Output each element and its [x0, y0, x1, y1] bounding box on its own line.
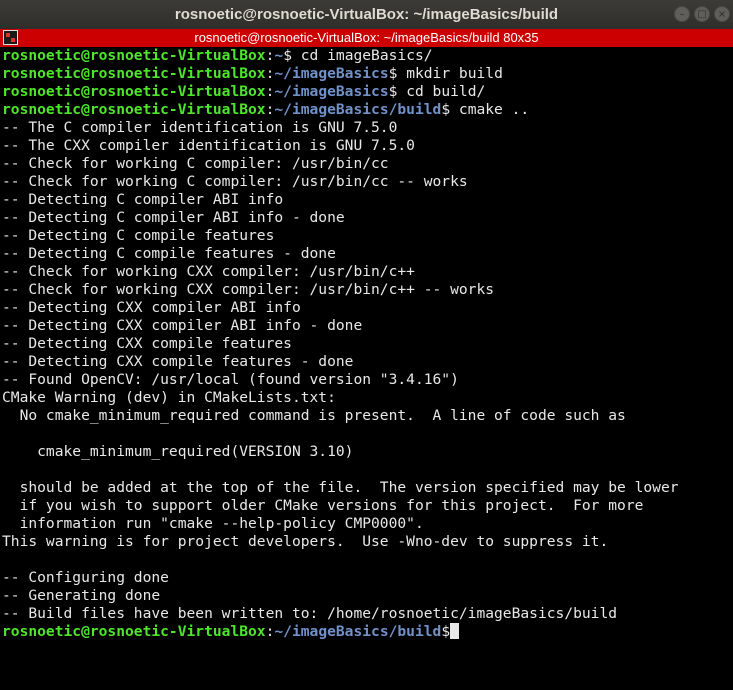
output-line: -- The C compiler identification is GNU … — [2, 119, 398, 136]
terminal-tab-title: rosnoetic@rosnoetic-VirtualBox: ~/imageB… — [194, 30, 539, 45]
output-line: This warning is for project developers. … — [2, 533, 609, 550]
output-line: should be added at the top of the file. … — [2, 479, 679, 496]
output-line: -- Configuring done — [2, 569, 169, 586]
output-line: -- Detecting CXX compiler ABI info - don… — [2, 317, 363, 334]
output-line: -- Build files have been written to: /ho… — [2, 605, 618, 622]
command-text: cmake .. — [458, 101, 530, 118]
prompt-line: rosnoetic@rosnoetic-VirtualBox:~/imageBa… — [2, 65, 733, 83]
prompt-path: ~/imageBasics — [274, 83, 389, 100]
prompt-path: ~ — [274, 47, 284, 64]
output-line: -- Detecting CXX compile features — [2, 335, 292, 352]
output-line: if you wish to support older CMake versi… — [2, 497, 644, 514]
output-line: -- Check for working C compiler: /usr/bi… — [2, 173, 468, 190]
prompt-user: rosnoetic@rosnoetic-VirtualBox — [2, 47, 266, 64]
prompt-line: rosnoetic@rosnoetic-VirtualBox:~/imageBa… — [2, 623, 733, 641]
prompt-line: rosnoetic@rosnoetic-VirtualBox:~/imageBa… — [2, 101, 733, 119]
window-title: rosnoetic@rosnoetic-VirtualBox: ~/imageB… — [174, 6, 559, 23]
output-line: -- Detecting C compiler ABI info - done — [2, 209, 345, 226]
prompt-user: rosnoetic@rosnoetic-VirtualBox — [2, 101, 266, 118]
prompt-symbol: $ — [441, 101, 459, 118]
prompt-user: rosnoetic@rosnoetic-VirtualBox — [2, 65, 266, 82]
prompt-user: rosnoetic@rosnoetic-VirtualBox — [2, 623, 266, 640]
prompt-symbol: $ — [388, 65, 407, 82]
maximize-button[interactable]: □ — [694, 6, 710, 22]
output-line: information run "cmake --help-policy CMP… — [2, 515, 424, 532]
command-text: cd build/ — [406, 83, 486, 100]
output-line: CMake Warning (dev) in CMakeLists.txt: — [2, 389, 336, 406]
prompt-user: rosnoetic@rosnoetic-VirtualBox — [2, 83, 266, 100]
prompt-symbol: $ — [388, 83, 407, 100]
terminal-output[interactable]: rosnoetic@rosnoetic-VirtualBox:~$ cd ima… — [2, 47, 733, 690]
prompt-symbol: $ — [283, 47, 301, 64]
prompt-line: rosnoetic@rosnoetic-VirtualBox:~/imageBa… — [2, 83, 733, 101]
output-line: -- Detecting C compiler ABI info — [2, 191, 284, 208]
prompt-path: ~/imageBasics/build — [274, 101, 442, 118]
title-bar[interactable]: rosnoetic@rosnoetic-VirtualBox: ~/imageB… — [0, 0, 733, 30]
command-text: cd imageBasics/ — [300, 47, 433, 64]
output-line: -- Check for working CXX compiler: /usr/… — [2, 281, 495, 298]
prompt-path: ~/imageBasics — [274, 65, 389, 82]
prompt-symbol: $ — [441, 623, 451, 640]
close-button[interactable]: × — [714, 6, 730, 22]
minimize-button[interactable]: – — [674, 6, 690, 22]
prompt-line: rosnoetic@rosnoetic-VirtualBox:~$ cd ima… — [2, 47, 733, 65]
output-line: -- Check for working C compiler: /usr/bi… — [2, 155, 389, 172]
output-line: -- Detecting C compile features - done — [2, 245, 336, 262]
terminal-tab-bar[interactable]: rosnoetic@rosnoetic-VirtualBox: ~/imageB… — [0, 29, 733, 47]
prompt-path: ~/imageBasics/build — [274, 623, 442, 640]
command-text: mkdir build — [406, 65, 503, 82]
output-line: -- Check for working CXX compiler: /usr/… — [2, 263, 415, 280]
output-line: -- Found OpenCV: /usr/local (found versi… — [2, 371, 459, 388]
output-line: -- Detecting C compile features — [2, 227, 275, 244]
output-line: -- Generating done — [2, 587, 161, 604]
output-line: -- Detecting CXX compiler ABI info — [2, 299, 301, 316]
output-line: cmake_minimum_required(VERSION 3.10) — [2, 443, 354, 460]
output-line: No cmake_minimum_required command is pre… — [2, 407, 626, 424]
output-line: -- The CXX compiler identification is GN… — [2, 137, 415, 154]
text-cursor[interactable] — [450, 623, 460, 639]
terminal-window: rosnoetic@rosnoetic-VirtualBox: ~/imageB… — [0, 0, 733, 690]
output-line: -- Detecting CXX compile features - done — [2, 353, 354, 370]
